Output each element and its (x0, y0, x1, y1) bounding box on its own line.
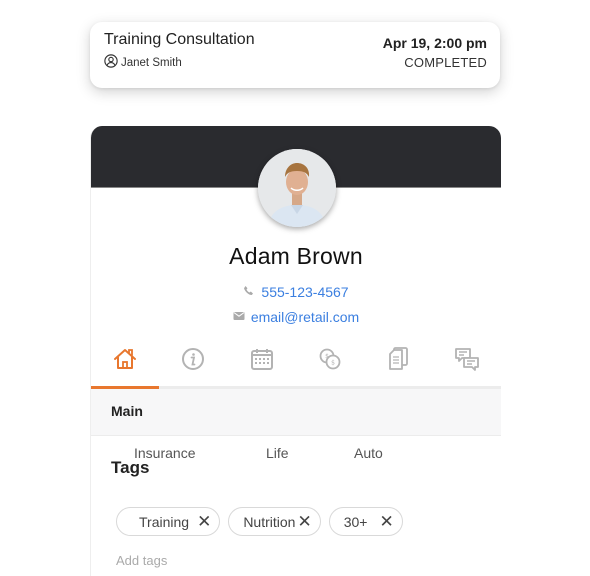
phone-link[interactable]: 555-123-4567 (261, 284, 348, 300)
tags-title: Tags (111, 458, 150, 477)
svg-text:$: $ (325, 353, 329, 360)
tab-home[interactable] (91, 336, 160, 389)
remove-tag-icon[interactable]: ✕ (197, 513, 211, 530)
profile-card: Adam Brown 555-123-4567 email@retail.com (90, 126, 501, 576)
coins-icon: $ $ (317, 346, 343, 377)
chat-icon (454, 346, 480, 377)
tab-info[interactable] (159, 336, 227, 386)
contact-name: Adam Brown (229, 243, 363, 269)
envelope-icon (233, 309, 245, 325)
phone-row: 555-123-4567 (91, 284, 501, 300)
avatar (258, 149, 336, 227)
profile-tabs: $ $ (91, 336, 501, 389)
appointment-status: COMPLETED (404, 55, 487, 70)
tag-label: 30+ (343, 513, 368, 530)
svg-text:$: $ (331, 359, 335, 366)
appointment-person-name: Janet Smith (121, 56, 182, 69)
user-circle-icon (104, 54, 118, 71)
tab-calendar[interactable] (228, 336, 296, 386)
appointment-datetime: Apr 19, 2:00 pm (382, 35, 487, 51)
add-tags-input[interactable]: Add tags (116, 553, 167, 568)
tag-chip: 30+ ✕ (328, 507, 403, 536)
tag-list: Training ✕ Nutrition ✕ 30+ ✕ (116, 507, 403, 536)
tab-chat[interactable] (432, 336, 500, 386)
remove-tag-icon[interactable]: ✕ (379, 513, 393, 530)
calendar-icon (249, 346, 275, 377)
tag-chip: Nutrition ✕ (228, 507, 321, 536)
tag-label: Training (139, 513, 190, 530)
phone-icon (243, 284, 255, 300)
tag-label: Nutrition (243, 513, 296, 530)
section-title: Main (111, 403, 143, 419)
remove-tag-icon[interactable]: ✕ (297, 513, 311, 530)
home-icon (112, 346, 138, 377)
email-link[interactable]: email@retail.com (251, 309, 359, 325)
tab-coins[interactable]: $ $ (296, 336, 364, 386)
tag-chip: Training ✕ (116, 507, 221, 536)
tab-documents[interactable] (364, 336, 432, 386)
appointment-person: Janet Smith (104, 54, 182, 71)
info-icon (180, 346, 206, 377)
documents-icon (385, 346, 411, 377)
appointment-title: Training Consultation (104, 31, 255, 48)
section-header-main: Main (91, 389, 501, 436)
email-row: email@retail.com (91, 309, 501, 325)
subtab-auto[interactable]: Auto (354, 445, 383, 461)
appointment-card[interactable]: Training Consultation Janet Smith Apr 19… (90, 22, 500, 88)
subtab-life[interactable]: Life (266, 445, 289, 461)
